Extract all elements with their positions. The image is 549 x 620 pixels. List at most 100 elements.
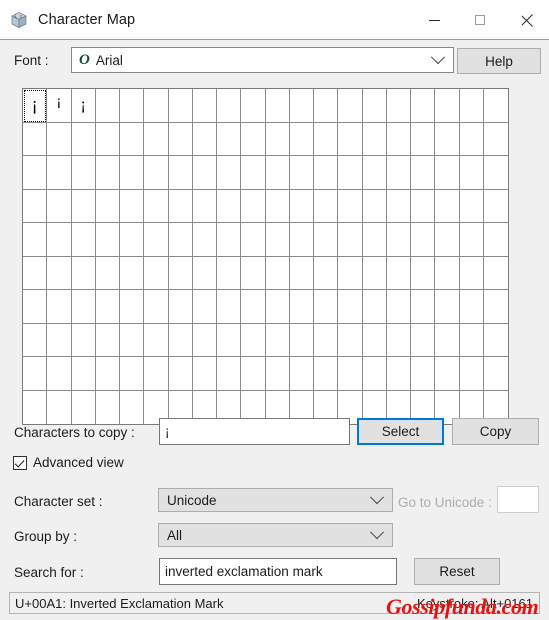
character-cell[interactable] <box>120 256 145 290</box>
font-combobox[interactable]: O Arial <box>71 47 454 73</box>
character-cell[interactable] <box>386 357 411 391</box>
character-cell[interactable] <box>314 189 339 223</box>
character-cell[interactable] <box>289 89 314 123</box>
character-cell[interactable] <box>120 223 145 257</box>
character-cell[interactable] <box>23 223 48 257</box>
character-grid[interactable]: ¡ ¡ ¡ <box>22 88 509 425</box>
character-cell[interactable] <box>435 256 460 290</box>
character-cell[interactable] <box>95 223 120 257</box>
character-cell[interactable] <box>289 357 314 391</box>
character-cell[interactable] <box>217 290 242 324</box>
character-cell[interactable] <box>362 122 387 156</box>
character-cell[interactable] <box>265 122 290 156</box>
group-by-combobox[interactable]: All <box>158 523 393 547</box>
character-cell[interactable] <box>459 357 484 391</box>
character-cell[interactable] <box>459 223 484 257</box>
character-cell[interactable] <box>289 122 314 156</box>
character-cell[interactable] <box>411 290 436 324</box>
character-cell[interactable] <box>168 357 193 391</box>
character-cell[interactable] <box>144 156 169 190</box>
character-cell[interactable] <box>168 122 193 156</box>
character-cell[interactable] <box>120 390 145 424</box>
character-cell[interactable] <box>435 323 460 357</box>
character-cell[interactable]: ¡ <box>71 89 96 123</box>
character-cell[interactable] <box>435 223 460 257</box>
character-cell[interactable] <box>144 122 169 156</box>
help-button[interactable]: Help <box>457 48 541 74</box>
character-cell[interactable] <box>168 323 193 357</box>
character-cell[interactable] <box>23 189 48 223</box>
search-input[interactable]: inverted exclamation mark <box>159 558 397 585</box>
character-cell[interactable] <box>47 189 72 223</box>
character-cell[interactable] <box>289 156 314 190</box>
reset-button[interactable]: Reset <box>414 558 500 585</box>
character-cell[interactable] <box>386 189 411 223</box>
character-cell[interactable] <box>192 256 217 290</box>
copy-button[interactable]: Copy <box>452 418 539 445</box>
character-cell[interactable] <box>23 390 48 424</box>
character-cell[interactable] <box>459 323 484 357</box>
character-cell[interactable] <box>435 357 460 391</box>
character-cell[interactable] <box>459 189 484 223</box>
character-cell[interactable] <box>71 189 96 223</box>
character-cell[interactable] <box>483 223 508 257</box>
character-cell[interactable] <box>241 156 266 190</box>
character-cell[interactable] <box>265 223 290 257</box>
character-cell[interactable] <box>386 223 411 257</box>
character-cell[interactable] <box>23 122 48 156</box>
character-cell[interactable] <box>120 189 145 223</box>
character-cell[interactable] <box>192 290 217 324</box>
character-cell[interactable] <box>120 290 145 324</box>
maximize-button[interactable] <box>457 0 503 40</box>
character-cell[interactable] <box>95 89 120 123</box>
character-cell[interactable] <box>459 122 484 156</box>
character-cell[interactable] <box>265 89 290 123</box>
character-cell[interactable] <box>241 89 266 123</box>
character-cell[interactable] <box>362 357 387 391</box>
character-cell[interactable] <box>483 257 508 290</box>
character-cell[interactable] <box>120 323 145 357</box>
character-cell[interactable] <box>192 156 217 190</box>
character-cell[interactable] <box>217 89 242 123</box>
character-cell[interactable] <box>217 122 242 156</box>
character-cell[interactable] <box>459 256 484 290</box>
character-cell[interactable] <box>265 357 290 391</box>
character-cell[interactable] <box>386 290 411 324</box>
character-cell[interactable] <box>71 122 96 156</box>
character-cell[interactable] <box>386 122 411 156</box>
character-cell[interactable] <box>435 156 460 190</box>
character-cell[interactable] <box>265 290 290 324</box>
character-cell[interactable]: ¡ <box>47 89 72 123</box>
character-cell[interactable] <box>314 256 339 290</box>
character-cell[interactable] <box>338 223 363 257</box>
character-cell[interactable] <box>435 122 460 156</box>
character-cell[interactable] <box>192 223 217 257</box>
character-cell[interactable] <box>95 323 120 357</box>
character-cell[interactable] <box>192 189 217 223</box>
advanced-view-checkbox[interactable]: Advanced view <box>13 455 124 470</box>
character-cell[interactable] <box>120 89 145 123</box>
character-cell[interactable] <box>483 190 508 223</box>
character-cell[interactable] <box>217 156 242 190</box>
character-cell[interactable] <box>47 323 72 357</box>
character-cell[interactable] <box>289 189 314 223</box>
character-cell[interactable] <box>168 256 193 290</box>
character-cell[interactable] <box>95 357 120 391</box>
character-cell[interactable] <box>241 323 266 357</box>
character-cell[interactable] <box>459 290 484 324</box>
character-cell[interactable] <box>71 156 96 190</box>
character-cell[interactable] <box>23 357 48 391</box>
character-cell[interactable] <box>47 290 72 324</box>
character-cell[interactable] <box>483 324 508 357</box>
character-cell[interactable] <box>338 290 363 324</box>
character-cell[interactable] <box>386 256 411 290</box>
character-cell[interactable] <box>483 123 508 156</box>
character-cell[interactable] <box>411 323 436 357</box>
character-cell[interactable] <box>411 223 436 257</box>
character-cell[interactable] <box>71 290 96 324</box>
character-cell[interactable] <box>217 256 242 290</box>
character-cell[interactable] <box>362 223 387 257</box>
character-cell[interactable]: ¡ <box>23 89 48 123</box>
character-cell[interactable] <box>386 323 411 357</box>
character-cell[interactable] <box>411 122 436 156</box>
